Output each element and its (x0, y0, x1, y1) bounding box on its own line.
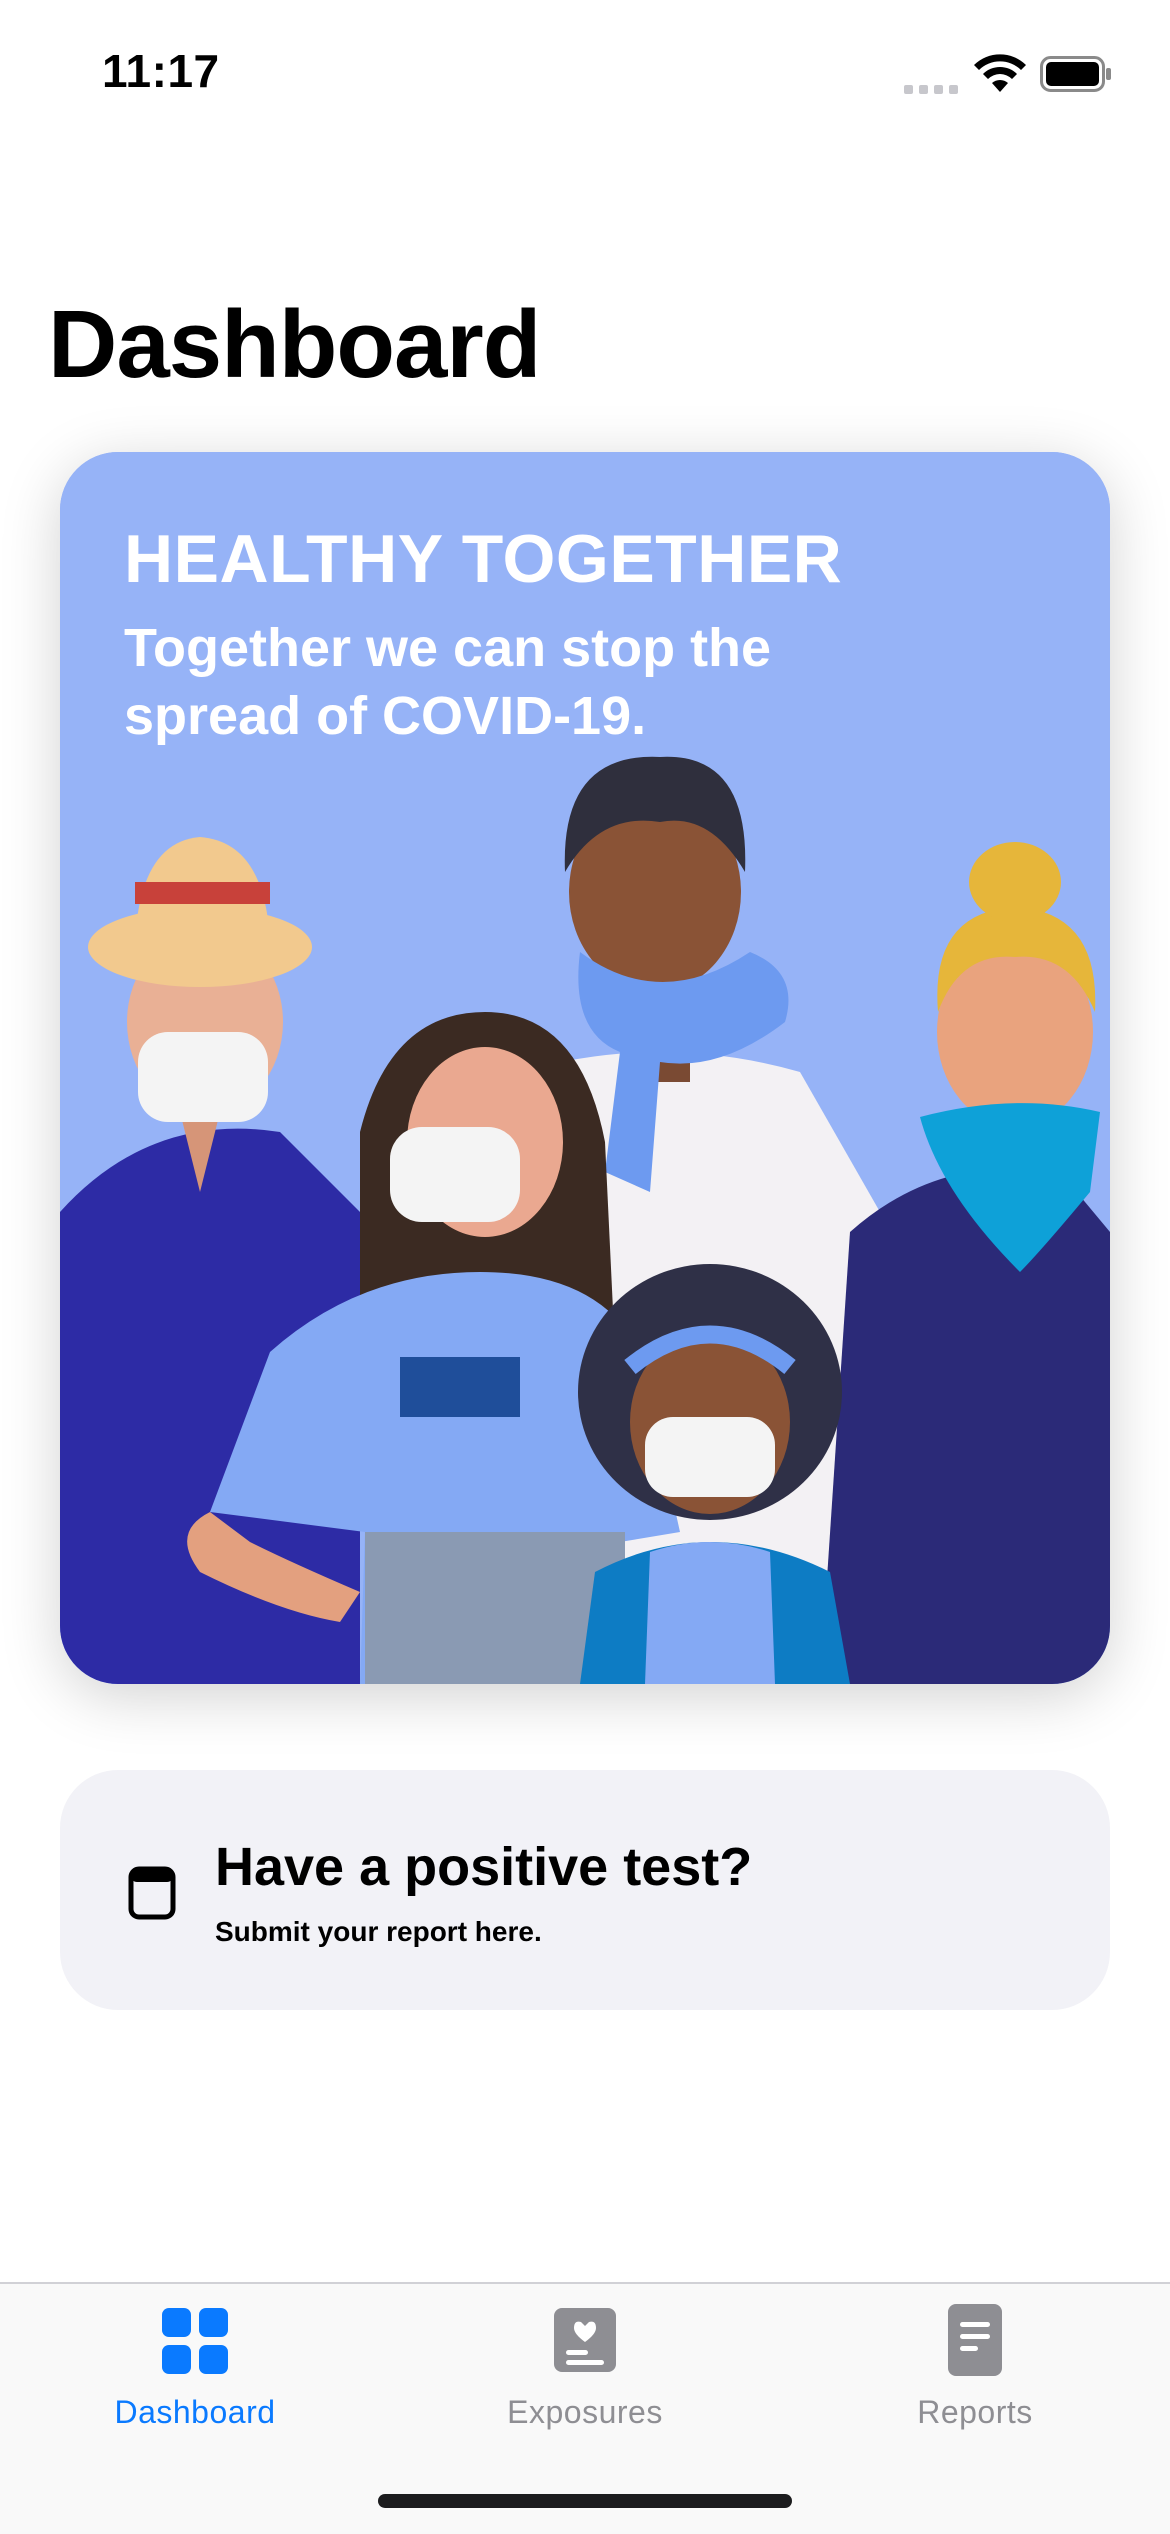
report-icon (128, 1866, 176, 1920)
report-card-subtitle: Submit your report here. (215, 1916, 542, 1947)
positive-test-report-card[interactable]: Have a positive test? Submit your report… (60, 1770, 1110, 2010)
dashboard-grid-icon (162, 2308, 228, 2374)
healthy-together-card[interactable]: HEALTHY TOGETHER Together we can stop th… (60, 452, 1110, 1684)
status-time: 11:17 (102, 45, 220, 97)
reports-document-icon (948, 2304, 1002, 2376)
home-indicator (378, 2494, 792, 2508)
hero-heading: HEALTHY TOGETHER (124, 521, 843, 597)
battery-icon (1040, 56, 1111, 92)
exposures-icon (554, 2308, 616, 2372)
wifi-icon (974, 54, 1026, 92)
status-bar: 11:17 (0, 0, 1170, 150)
tab-dashboard[interactable]: Dashboard (0, 2284, 390, 2454)
cellular-signal-icon (904, 80, 960, 94)
tab-reports[interactable]: Reports (780, 2284, 1170, 2454)
report-card-title: Have a positive test? (215, 1837, 753, 1897)
tab-label-reports: Reports (917, 2394, 1033, 2430)
tab-label-exposures: Exposures (507, 2394, 663, 2430)
page-title: Dashboard (48, 291, 541, 398)
tab-exposures[interactable]: Exposures (390, 2284, 780, 2454)
hero-subheading: Together we can stop the spread of COVID… (124, 618, 772, 746)
tab-label-dashboard: Dashboard (114, 2394, 276, 2430)
